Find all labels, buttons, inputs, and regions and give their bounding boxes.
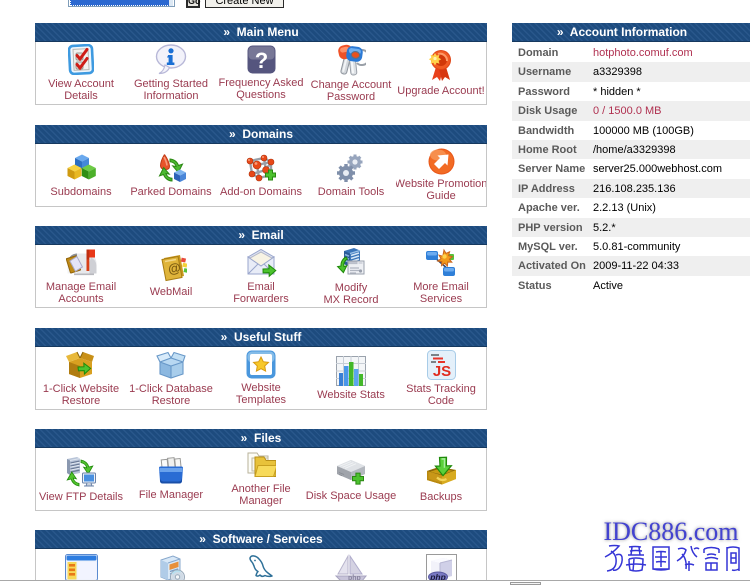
svg-text:@: @: [166, 260, 181, 277]
svg-text:JS: JS: [432, 363, 450, 380]
svg-text:?: ?: [254, 48, 267, 73]
